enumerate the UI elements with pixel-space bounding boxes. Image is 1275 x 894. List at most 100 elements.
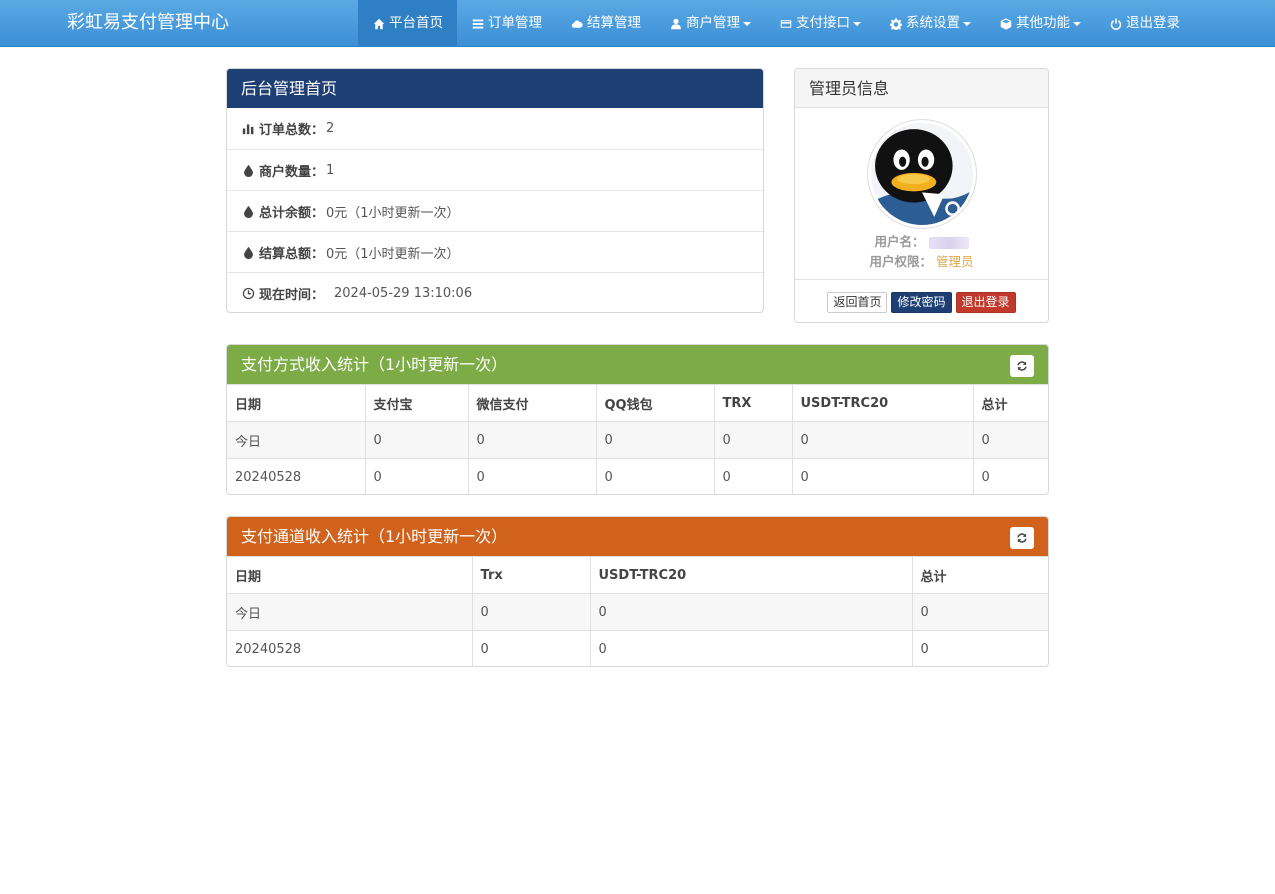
- table-cell: 0: [472, 593, 591, 631]
- table-cell: 0: [973, 458, 1048, 494]
- drop-icon: [241, 163, 255, 177]
- row-value: 1: [326, 162, 335, 178]
- table-cell: 0: [596, 421, 715, 459]
- overview-row-time: 现在时间： 2024-05-29 13:10:06: [227, 272, 763, 312]
- clock-icon: [241, 286, 255, 300]
- table-cell: 0: [590, 593, 913, 631]
- overview-row-merchants: 商户数量： 1: [227, 149, 763, 190]
- drop-icon: [241, 204, 255, 218]
- column-header: 支付宝: [365, 384, 469, 422]
- method-stats-panel: 支付方式收入统计（1小时更新一次） 日期 支付宝 微信支付 QQ钱包 TRX U…: [226, 344, 1049, 495]
- row-value: 2024-05-29 13:10:06: [334, 285, 473, 301]
- table-cell: 0: [714, 421, 793, 459]
- channel-stats-table: 日期 Trx USDT-TRC20 总计 今日 0 0 0 20240528 0…: [227, 556, 1048, 666]
- user-icon: [669, 17, 682, 30]
- column-header: 日期: [227, 556, 473, 594]
- username-blurred: [928, 236, 969, 249]
- admin-info-panel: 管理员信息 用户名： 用户权限： 管理员 返回首页 修改密码 退出登录: [794, 68, 1049, 323]
- row-value: 0元（1小时更新一次）: [326, 205, 460, 221]
- row-label: 商户数量：: [259, 164, 325, 180]
- table-cell: 0: [792, 458, 974, 494]
- nav-item-logout[interactable]: 退出登录: [1095, 0, 1194, 47]
- table-header-row: 日期 Trx USDT-TRC20 总计: [227, 556, 1048, 594]
- avatar: [867, 119, 977, 229]
- nav-item-label: 结算管理: [587, 15, 641, 31]
- table-cell: 今日: [227, 593, 473, 631]
- column-header: QQ钱包: [596, 384, 715, 422]
- admin-username-line: 用户名：: [795, 231, 1048, 250]
- table-row: 今日 0 0 0 0 0 0: [227, 421, 1048, 459]
- top-navbar: 彩虹易支付管理中心 平台首页 订单管理 结算管理 商户管理 支付接口 系统设置: [0, 0, 1275, 47]
- nav-item-label: 支付接口: [796, 15, 850, 31]
- table-cell: 0: [973, 421, 1048, 459]
- overview-row-balance: 总计余额： 0元（1小时更新一次）: [227, 190, 763, 231]
- table-cell: 今日: [227, 421, 366, 459]
- admin-role-line: 用户权限： 管理员: [795, 251, 1048, 270]
- chevron-down-icon: [1073, 21, 1081, 26]
- nav-item-home[interactable]: 平台首页: [358, 0, 457, 47]
- nav-item-merchants[interactable]: 商户管理: [655, 0, 765, 47]
- refresh-icon: [1017, 361, 1027, 371]
- table-cell: 0: [912, 630, 1048, 666]
- chevron-down-icon: [963, 21, 971, 26]
- chevron-down-icon: [853, 21, 861, 26]
- overview-panel: 后台管理首页 订单总数： 2 商户数量： 1 总计余额： 0元（1小时更新一次）…: [226, 68, 764, 313]
- table-cell: 0: [468, 458, 597, 494]
- cube-icon: [999, 17, 1012, 30]
- overview-row-orders: 订单总数： 2: [227, 108, 763, 149]
- back-home-button[interactable]: 返回首页: [827, 291, 888, 313]
- table-cell: 0: [365, 421, 469, 459]
- channel-stats-panel: 支付通道收入统计（1小时更新一次） 日期 Trx USDT-TRC20 总计 今…: [226, 516, 1049, 667]
- nav-item-label: 系统设置: [906, 15, 960, 31]
- nav-item-label: 商户管理: [686, 15, 740, 31]
- row-label: 总计余额：: [259, 205, 325, 221]
- nav-item-settings[interactable]: 系统设置: [875, 0, 985, 47]
- table-cell: 20240528: [227, 630, 473, 666]
- table-cell: 0: [472, 630, 591, 666]
- nav-item-payment-api[interactable]: 支付接口: [765, 0, 875, 47]
- column-header: 日期: [227, 384, 366, 422]
- change-password-button[interactable]: 修改密码: [891, 291, 952, 313]
- home-icon: [372, 17, 385, 30]
- credit-card-icon: [779, 17, 792, 30]
- brand-title[interactable]: 彩虹易支付管理中心: [67, 0, 229, 47]
- channel-stats-title-text: 支付通道收入统计（1小时更新一次）: [241, 527, 508, 546]
- channel-refresh-button[interactable]: [1010, 527, 1034, 549]
- refresh-icon: [1017, 533, 1027, 543]
- table-cell: 0: [714, 458, 793, 494]
- chevron-down-icon: [743, 21, 751, 26]
- channel-stats-title: 支付通道收入统计（1小时更新一次）: [227, 517, 1048, 556]
- admin-panel-title: 管理员信息: [795, 69, 1048, 108]
- role-label: 用户权限：: [869, 254, 932, 269]
- table-row: 今日 0 0 0: [227, 593, 1048, 631]
- column-header: 总计: [912, 556, 1048, 594]
- username-label: 用户名：: [874, 234, 925, 249]
- method-stats-table: 日期 支付宝 微信支付 QQ钱包 TRX USDT-TRC20 总计 今日 0 …: [227, 384, 1048, 494]
- bar-chart-icon: [241, 122, 255, 136]
- nav-item-label: 其他功能: [1016, 15, 1070, 31]
- table-header-row: 日期 支付宝 微信支付 QQ钱包 TRX USDT-TRC20 总计: [227, 384, 1048, 422]
- table-row: 20240528 0 0 0: [227, 630, 1048, 666]
- penguin-avatar-icon: [871, 123, 973, 225]
- column-header: USDT-TRC20: [792, 384, 974, 422]
- list-icon: [471, 17, 484, 30]
- row-label: 订单总数：: [259, 123, 325, 138]
- row-value: 2: [326, 121, 335, 136]
- method-refresh-button[interactable]: [1010, 355, 1034, 377]
- table-row: 20240528 0 0 0 0 0 0: [227, 458, 1048, 494]
- overview-list: 订单总数： 2 商户数量： 1 总计余额： 0元（1小时更新一次） 结算总额： …: [227, 108, 763, 312]
- logout-button[interactable]: 退出登录: [955, 291, 1016, 313]
- nav-item-label: 退出登录: [1126, 15, 1180, 31]
- column-header: TRX: [714, 384, 793, 422]
- table-cell: 20240528: [227, 458, 366, 494]
- column-header: 总计: [973, 384, 1048, 422]
- nav-item-orders[interactable]: 订单管理: [457, 0, 556, 47]
- row-label: 现在时间：: [259, 287, 325, 303]
- cloud-icon: [570, 17, 583, 30]
- nav-item-settlement[interactable]: 结算管理: [556, 0, 655, 47]
- table-cell: 0: [596, 458, 715, 494]
- nav-item-other[interactable]: 其他功能: [985, 0, 1095, 47]
- column-header: USDT-TRC20: [590, 556, 913, 594]
- column-header: 微信支付: [468, 384, 597, 422]
- power-icon: [1109, 17, 1122, 30]
